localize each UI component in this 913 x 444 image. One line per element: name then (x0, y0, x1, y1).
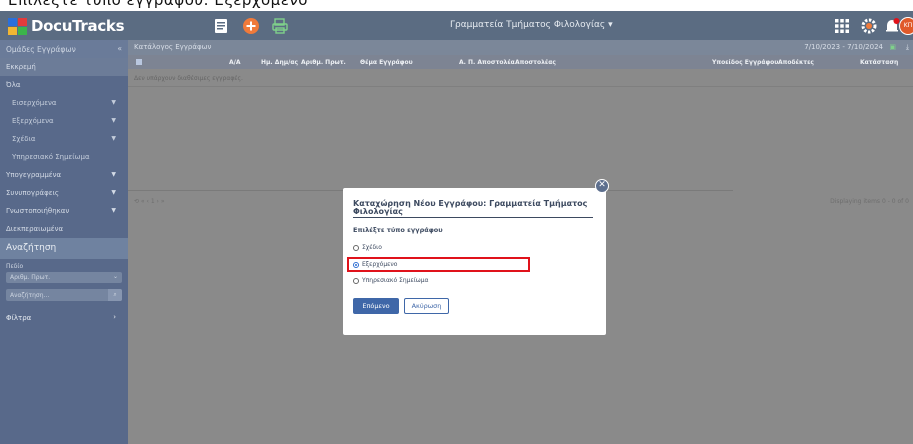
selection-highlight-box (347, 257, 530, 272)
close-icon[interactable]: ✕ (595, 179, 609, 193)
search-placeholder: Αναζήτηση... (10, 292, 50, 299)
filters-item[interactable]: Φίλτρα › (0, 309, 128, 327)
date-range[interactable]: 7/10/2023 - 7/10/2024 (804, 43, 883, 51)
sidebar-header-label: Ομάδες Εγγράφων (6, 45, 76, 54)
empty-message: Δεν υπάρχουν διαθέσιμες εγγραφές. (128, 69, 913, 87)
filters-label: Φίλτρα (6, 314, 32, 322)
field-label: Πεδίο (6, 263, 24, 270)
displaying-items: Displaying items 0 - 0 of 0 (830, 198, 909, 205)
sidebar-item-label: Όλα (6, 81, 21, 89)
sidebar-item-label: Υπογεγραμμένα (6, 171, 62, 179)
column-header[interactable]: Α. Π. Αποστολέα (459, 59, 515, 66)
sidebar-item-notified[interactable]: Γνωστοποιήθηκαν ▼ (0, 202, 128, 220)
apps-grid-icon[interactable] (833, 17, 851, 35)
sidebar-item-label: Σχέδια (12, 135, 36, 143)
document-type-prompt: Επιλέξτε τύπο εγγράφου (353, 226, 443, 234)
add-document-icon[interactable] (242, 17, 260, 35)
pagination-controls[interactable]: ⟲ « ‹ 1 › » (134, 198, 165, 205)
dialog-title: Καταχώρηση Νέου Εγγράφου: Γραμματεία Τμή… (353, 199, 588, 216)
radio-memo[interactable] (353, 277, 359, 284)
field-select-value: Αριθμ. Πρωτ. (10, 274, 51, 281)
sidebar-item-incoming[interactable]: Εισερχόμενα ▼ (0, 94, 128, 112)
user-avatar[interactable]: ΚΠ (899, 17, 913, 35)
sidebar-item-label: Υπηρεσιακό Σημείωμα (12, 153, 90, 161)
sidebar-item-label: Συνυπογράφεις (6, 189, 60, 197)
avatar-initials: ΚΠ (903, 22, 913, 29)
sidebar-item-label: Εξερχόμενα (12, 117, 54, 125)
export-excel-icon[interactable]: ▣ (889, 43, 896, 51)
sidebar: Ομάδες Εγγράφων « Εκκρεμή Όλα Εισερχόμεν… (0, 40, 128, 444)
title-underline (353, 217, 593, 218)
sidebar-item-drafts[interactable]: Σχέδια ▼ (0, 130, 128, 148)
field-select[interactable]: Αριθμ. Πρωτ. ⌄ (6, 272, 122, 283)
column-header[interactable]: Αποδέκτες (778, 59, 814, 66)
download-icon[interactable]: ⤓ (906, 43, 909, 52)
cancel-button[interactable]: Ακύρωση (404, 298, 449, 314)
chevron-down-icon: ▼ (111, 117, 116, 124)
app-name: DocuTracks (31, 17, 125, 35)
chevron-down-icon: ▼ (111, 135, 116, 142)
option-label: Υπηρεσιακό Σημείωμα (362, 277, 429, 284)
select-all-checkbox[interactable] (136, 59, 142, 65)
column-header[interactable]: Αποστολέας (515, 59, 556, 66)
chevron-down-icon: ▼ (111, 207, 116, 214)
sidebar-item-outgoing[interactable]: Εξερχόμενα ▼ (0, 112, 128, 130)
catalog-title: Κατάλογος Εγγράφων (134, 43, 212, 51)
sidebar-item-label: Εισερχόμενα (12, 99, 57, 107)
caption-strip: Επιλέξτε τύπο εγγράφου: Εξερχόμενο (0, 0, 913, 11)
documents-icon[interactable] (212, 17, 230, 35)
column-header[interactable]: Αριθμ. Πρωτ. (301, 59, 346, 66)
settings-gear-icon[interactable] (860, 17, 878, 35)
sidebar-item-cosigned[interactable]: Συνυπογράφεις ▼ (0, 184, 128, 202)
sidebar-item-label: Διεκπεραιωμένα (6, 225, 64, 233)
search-icon[interactable]: ⌕ (108, 289, 122, 301)
sidebar-item-completed[interactable]: Διεκπεραιωμένα (0, 220, 128, 238)
column-header[interactable]: Α/Α (229, 59, 240, 66)
chevron-down-icon: ▼ (111, 171, 116, 178)
logo-mark-icon (8, 17, 27, 35)
search-section-title: Αναζήτηση (0, 238, 128, 259)
collapse-sidebar-icon[interactable]: « (117, 44, 122, 53)
sidebar-item-memo[interactable]: Υπηρεσιακό Σημείωμα (0, 148, 128, 166)
column-header[interactable]: Υποείδος Εγγράφου (712, 59, 778, 66)
table-header: Α/Α Ημ. Δημ/ας Αριθμ. Πρωτ. Θέμα Εγγράφο… (128, 55, 913, 69)
column-header[interactable]: Θέμα Εγγράφου (360, 59, 413, 66)
next-button[interactable]: Επόμενο (353, 298, 399, 314)
chevron-down-icon: ▼ (111, 189, 116, 196)
print-icon[interactable] (271, 17, 289, 35)
top-bar: DocuTracks Γραμματεία Τμήματος Φιλολογία… (0, 11, 913, 40)
option-memo[interactable]: Υπηρεσιακό Σημείωμα (353, 277, 429, 284)
app-logo[interactable]: DocuTracks (8, 16, 125, 36)
sidebar-item-signed[interactable]: Υπογεγραμμένα ▼ (0, 166, 128, 184)
column-header[interactable]: Κατάσταση (860, 59, 898, 66)
option-label: Σχέδιο (362, 244, 382, 251)
option-draft[interactable]: Σχέδιο (353, 244, 382, 251)
search-input[interactable]: Αναζήτηση... ⌕ (6, 289, 122, 301)
chevron-down-icon: ⌄ (112, 273, 118, 280)
sidebar-item-label: Γνωστοποιήθηκαν (6, 207, 70, 215)
caption-text: Επιλέξτε τύπο εγγράφου: Εξερχόμενο (8, 0, 308, 9)
sidebar-item-label: Εκκρεμή (6, 63, 36, 71)
catalog-header: Κατάλογος Εγγράφων 7/10/2023 - 7/10/2024… (128, 40, 913, 55)
chevron-down-icon: ▼ (111, 99, 116, 106)
radio-draft[interactable] (353, 244, 359, 251)
column-header[interactable]: Ημ. Δημ/ας (261, 59, 298, 66)
sidebar-item-all[interactable]: Όλα (0, 76, 128, 94)
department-dropdown[interactable]: Γραμματεία Τμήματος Φιλολογίας ▾ (450, 20, 613, 30)
sidebar-header[interactable]: Ομάδες Εγγράφων « (0, 40, 128, 58)
chevron-right-icon: › (113, 313, 116, 321)
new-document-dialog: ✕ Καταχώρηση Νέου Εγγράφου: Γραμματεία Τ… (343, 179, 609, 335)
sidebar-item-pending[interactable]: Εκκρεμή (0, 58, 128, 76)
